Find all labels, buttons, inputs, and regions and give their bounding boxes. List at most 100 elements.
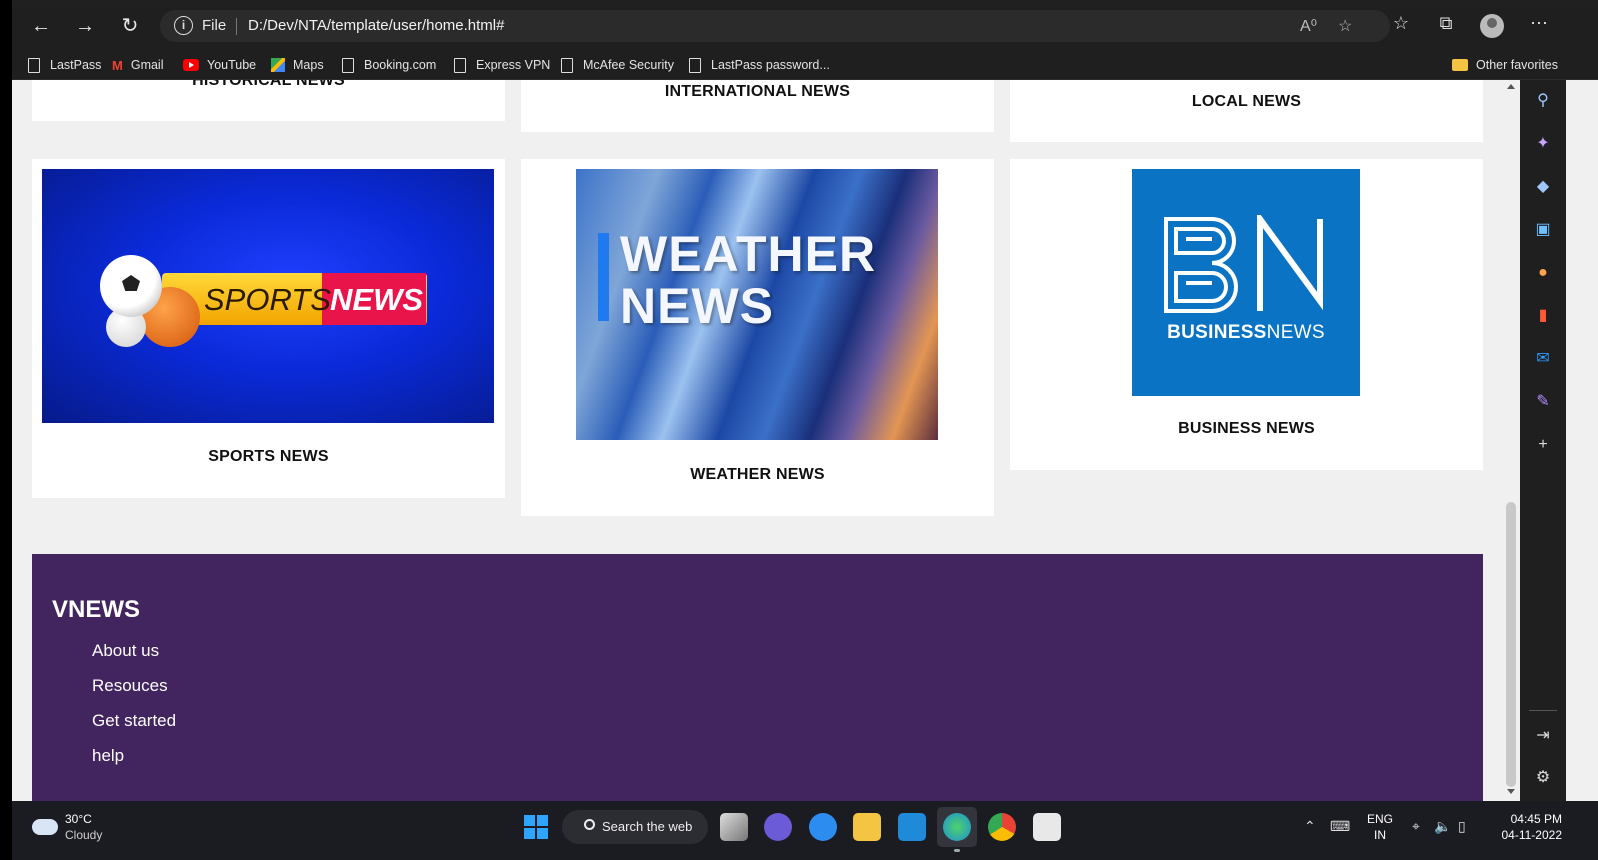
snipping-tool-icon[interactable] [1033, 813, 1061, 841]
sports-news-image[interactable]: SPORTS NEWS [42, 169, 494, 423]
favorite-label: LastPass password... [711, 58, 830, 72]
page-scrollbar[interactable] [1502, 80, 1520, 801]
add-favorite-icon[interactable]: ☆ [1338, 16, 1352, 36]
taskbar-search-label: Search the web [602, 819, 693, 834]
back-icon[interactable]: ← [26, 12, 56, 40]
site-info-icon[interactable]: i [174, 16, 193, 35]
weather-temperature[interactable]: 30°C [65, 812, 92, 826]
business-news-image[interactable]: BUSINESSNEWS [1132, 169, 1360, 396]
favorite-label: Gmail [130, 58, 164, 72]
tools-icon[interactable]: ▣ [1532, 219, 1554, 241]
drop-icon[interactable]: ✎ [1532, 391, 1554, 413]
browser-toolbar: ← → ↻ i File D:/Dev/NTA/template/user/ho… [12, 0, 1598, 50]
scroll-up-icon[interactable] [1507, 84, 1515, 89]
collections-icon[interactable]: ⧉ [1433, 13, 1459, 34]
clock[interactable]: 04:45 PM 04-11-2022 [1482, 811, 1563, 843]
weather-image-line1: WEATHER [620, 226, 877, 282]
page-icon [342, 57, 354, 73]
sports-image-word2: NEWS [330, 282, 423, 317]
task-view-icon[interactable] [720, 813, 748, 841]
wordmark-light: NEWS [1266, 322, 1325, 343]
add-icon[interactable]: + [1532, 434, 1554, 456]
office-icon[interactable]: ▮ [1532, 305, 1554, 327]
card-local-news[interactable]: LOCAL NEWS [1010, 80, 1483, 142]
favorite-booking[interactable]: Booking.com [342, 56, 436, 74]
card-title: BUSINESS NEWS [1178, 420, 1315, 437]
card-title: HISTORICAL NEWS [192, 80, 345, 89]
sports-image-word1: SPORTS [204, 282, 331, 317]
language-indicator[interactable]: ENG IN [1367, 811, 1393, 843]
page-icon [454, 57, 466, 73]
favorite-maps[interactable]: Maps [271, 56, 324, 74]
clock-date: 04-11-2022 [1501, 828, 1563, 842]
read-aloud-icon[interactable]: A⁰ [1300, 16, 1317, 36]
clock-time: 04:45 PM [1510, 812, 1562, 826]
favorite-mcafee[interactable]: McAfee Security [561, 56, 674, 74]
weather-news-image[interactable]: WEATHER NEWS [576, 169, 938, 440]
youtube-icon [183, 59, 199, 71]
edge-icon[interactable] [943, 813, 971, 841]
help-icon[interactable] [809, 813, 837, 841]
favorite-lastpass-password[interactable]: LastPass password... [689, 56, 830, 74]
card-business-news[interactable]: BUSINESSNEWS BUSINESS NEWS [1010, 159, 1483, 470]
refresh-icon[interactable]: ↻ [115, 12, 145, 40]
language-code: ENG [1367, 812, 1394, 826]
page-icon [28, 57, 40, 73]
favorites-icon[interactable]: ☆ [1388, 13, 1414, 34]
vscode-icon[interactable] [898, 813, 926, 841]
footer-link-help[interactable]: help [92, 745, 176, 780]
weather-description[interactable]: Cloudy [65, 828, 102, 842]
cloud-icon[interactable] [32, 819, 58, 835]
card-title: LOCAL NEWS [1191, 93, 1302, 110]
card-weather-news[interactable]: WEATHER NEWS WEATHER NEWS [521, 159, 994, 516]
show-hidden-icons-icon[interactable]: ⌃ [1304, 818, 1316, 835]
battery-icon[interactable]: ▯ [1458, 818, 1466, 835]
favorite-gmail[interactable]: M Gmail [112, 56, 164, 74]
card-title: INTERNATIONAL NEWS [664, 83, 851, 100]
shopping-tag-icon[interactable]: ◆ [1532, 176, 1554, 198]
wifi-icon[interactable]: ⌖ [1412, 818, 1420, 835]
favorite-label: LastPass [50, 58, 102, 72]
profile-avatar[interactable] [1480, 14, 1504, 38]
card-historical-news[interactable]: HISTORICAL NEWS [32, 80, 505, 121]
favorites-bar: LastPass M Gmail YouTube Maps Booking.com… [12, 50, 1598, 80]
weather-image-line2: NEWS [620, 278, 774, 334]
search-icon[interactable]: ⚲ [1532, 90, 1554, 112]
sparkle-icon[interactable]: ✦ [1532, 133, 1554, 155]
scrollbar-thumb[interactable] [1506, 502, 1516, 787]
footer-link-get-started[interactable]: Get started [92, 710, 176, 745]
games-icon[interactable]: ● [1532, 262, 1554, 284]
footer-link-resources[interactable]: Resouces [92, 675, 176, 710]
address-url[interactable]: D:/Dev/NTA/template/user/home.html# [248, 17, 504, 34]
volume-icon[interactable]: 🔈 [1434, 818, 1451, 835]
favorite-express-vpn[interactable]: Express VPN [454, 56, 550, 74]
windows-start-icon[interactable] [524, 815, 548, 839]
card-title: WEATHER NEWS [690, 466, 825, 483]
card-international-news[interactable]: INTERNATIONAL NEWS [521, 80, 994, 132]
scroll-down-icon[interactable] [1507, 789, 1515, 794]
favorite-youtube[interactable]: YouTube [183, 56, 256, 74]
chrome-icon[interactable] [988, 813, 1016, 841]
forward-icon[interactable]: → [70, 12, 100, 40]
wordmark-bold: BUSINESS [1167, 322, 1267, 343]
page-viewport: HISTORICAL NEWS INTERNATIONAL NEWS LOCAL… [12, 80, 1520, 801]
outlook-icon[interactable]: ✉ [1532, 348, 1554, 370]
browser-sidebar: ⚲ ✦ ◆ ▣ ● ▮ ✉ ✎ + ⇥ ⚙ [1520, 80, 1566, 801]
taskbar-search[interactable]: Search the web [562, 810, 708, 844]
running-indicator [954, 849, 960, 852]
keyboard-icon[interactable]: ⌨ [1330, 818, 1350, 835]
favorite-label: YouTube [207, 58, 257, 72]
footer-link-about[interactable]: About us [92, 640, 176, 675]
other-favorites[interactable]: Other favorites [1452, 56, 1558, 74]
favorite-label: Booking.com [364, 58, 437, 72]
hide-sidebar-icon[interactable]: ⇥ [1532, 725, 1554, 747]
search-icon [584, 819, 595, 830]
business-image-wordmark: BUSINESSNEWS [1132, 322, 1360, 344]
file-explorer-icon[interactable] [853, 813, 881, 841]
favorite-lastpass[interactable]: LastPass [28, 56, 101, 74]
card-sports-news[interactable]: SPORTS NEWS SPORTS NEWS [32, 159, 505, 498]
chat-icon[interactable] [764, 813, 792, 841]
address-bar[interactable]: i File D:/Dev/NTA/template/user/home.htm… [160, 10, 1390, 42]
more-menu-icon[interactable]: ⋯ [1526, 13, 1552, 34]
settings-gear-icon[interactable]: ⚙ [1532, 767, 1554, 789]
